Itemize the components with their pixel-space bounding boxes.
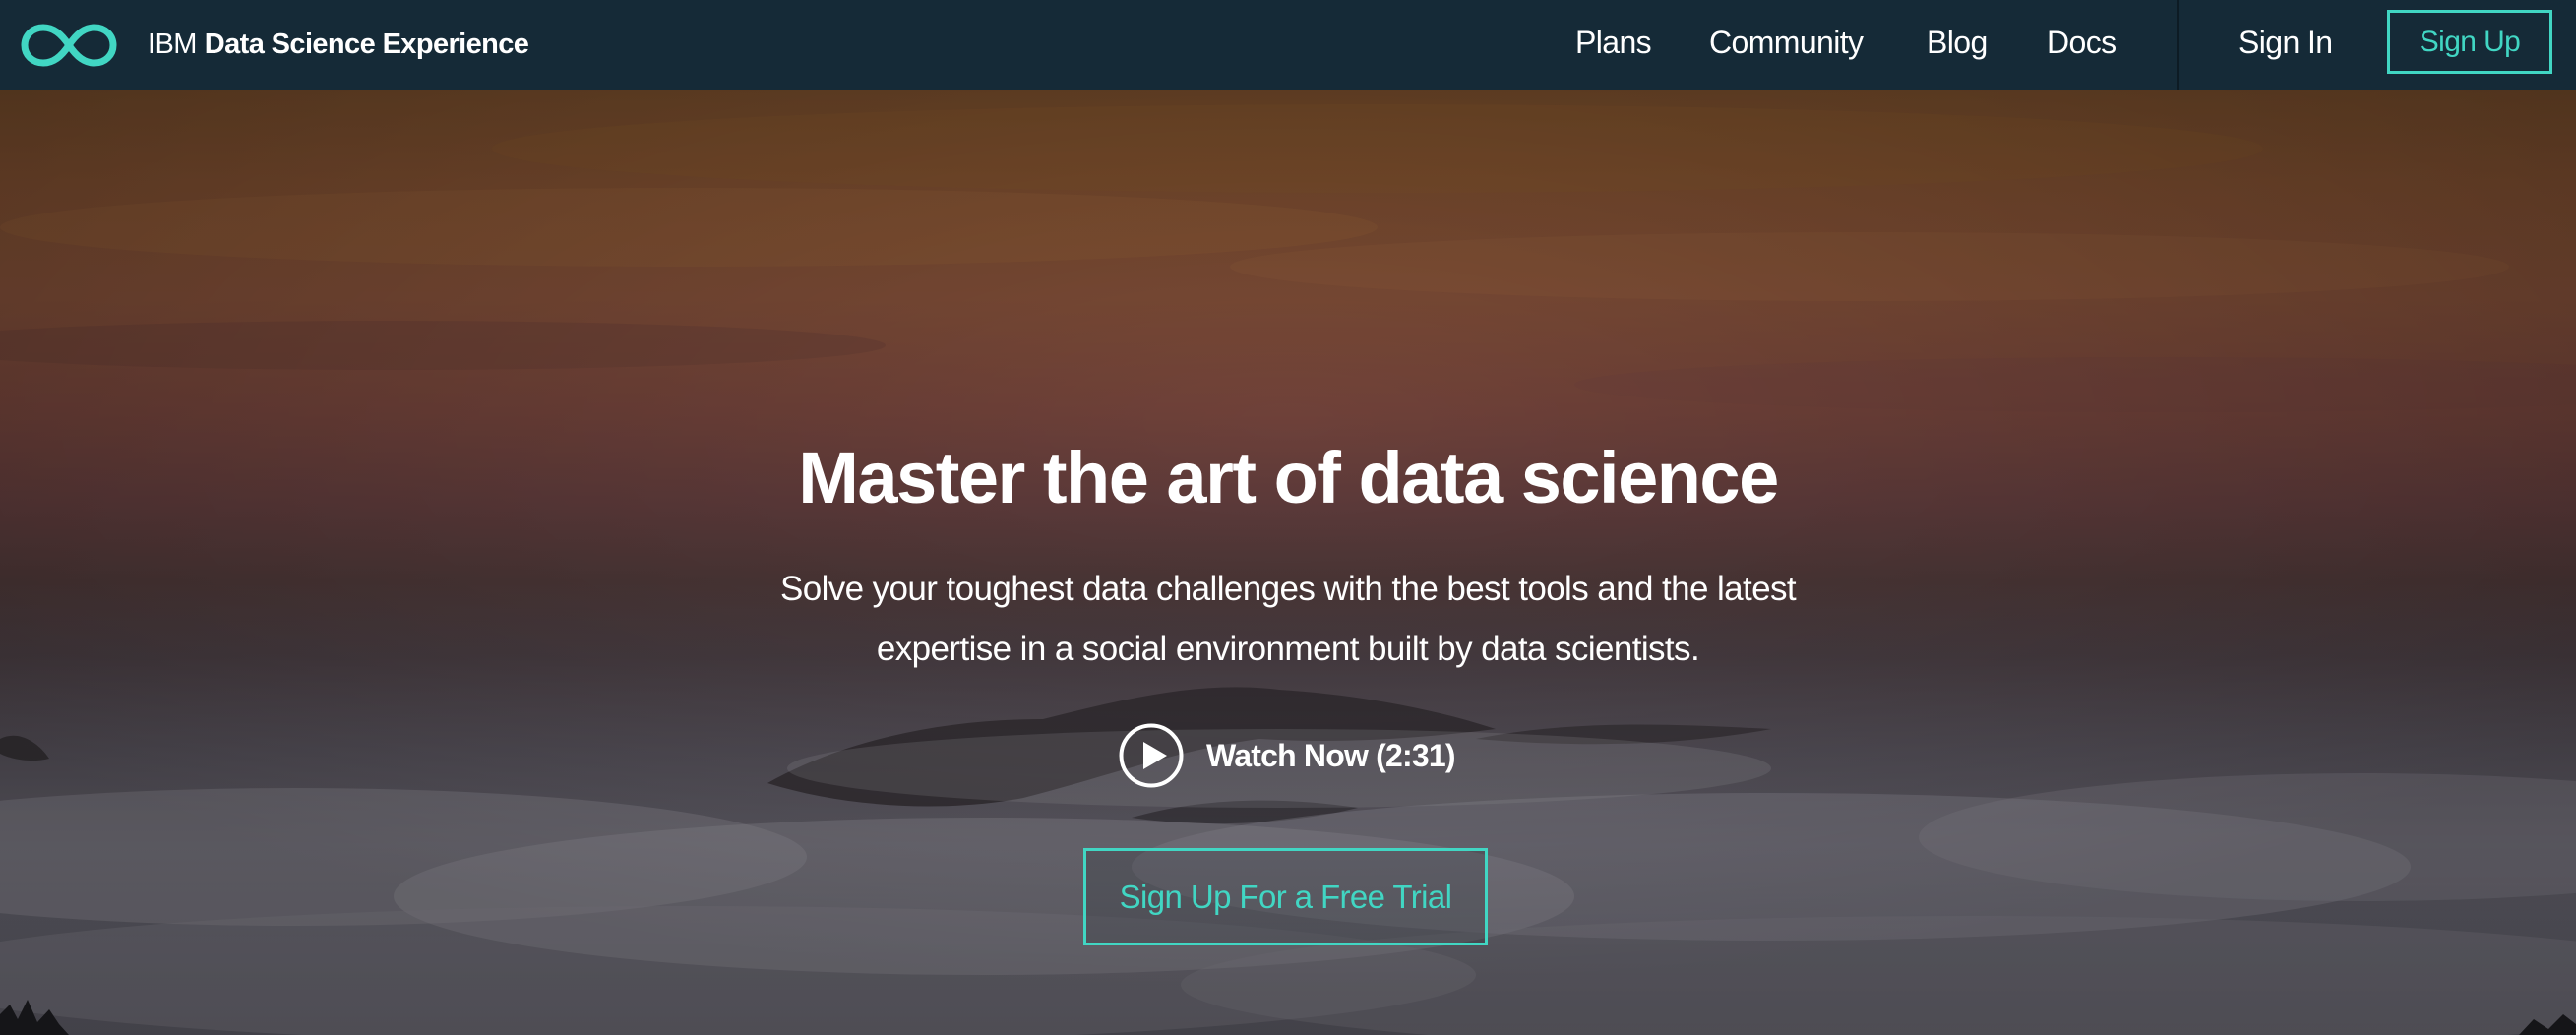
infinity-loop-icon <box>21 24 117 66</box>
brand-home-link[interactable]: IBM Data Science Experience <box>20 0 529 90</box>
nav-link-docs[interactable]: Docs <box>2047 0 2116 90</box>
hero-title: Master the art of data science <box>798 437 1779 518</box>
hero-subtitle-line-1: Solve your toughest data challenges with… <box>779 570 1797 608</box>
hero-content: Master the art of data science Solve you… <box>0 90 2576 1035</box>
watch-now-label: Watch Now (2:31) <box>1206 737 1456 773</box>
sign-up-button[interactable]: Sign Up <box>2387 10 2552 74</box>
nav-link-plans[interactable]: Plans <box>1575 0 1652 90</box>
free-trial-signup-button[interactable]: Sign Up For a Free Trial <box>1083 848 1488 945</box>
hero-subtitle: Solve your toughest data challenges with… <box>747 559 1829 679</box>
top-navbar: IBM Data Science Experience Plans Communi… <box>0 0 2576 90</box>
brand-name: IBM Data Science Experience <box>148 29 529 61</box>
nav-link-blog[interactable]: Blog <box>1927 0 1988 90</box>
nav-divider <box>2177 0 2179 90</box>
hero-subtitle-line-2: expertise in a social environment built … <box>876 630 1700 668</box>
sign-in-link[interactable]: Sign In <box>2239 0 2333 90</box>
hero-section: Master the art of data science Solve you… <box>0 90 2576 1035</box>
nav-link-community[interactable]: Community <box>1709 0 1864 90</box>
brand-product: Data Science Experience <box>204 29 529 60</box>
play-circle-icon <box>1119 723 1184 788</box>
watch-now-link[interactable]: Watch Now (2:31) <box>1118 722 1456 789</box>
brand-company: IBM <box>148 29 197 60</box>
